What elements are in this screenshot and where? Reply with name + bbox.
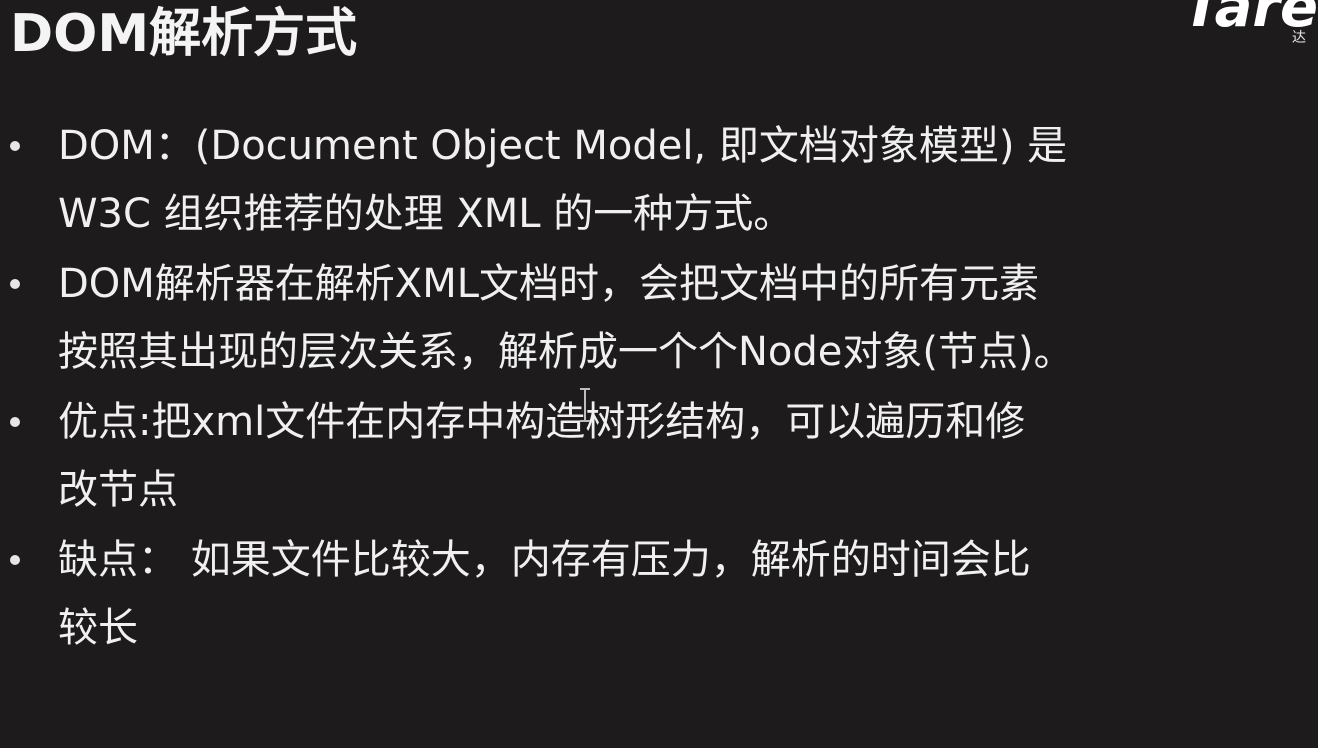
bullet-text-line: 较长 [58, 605, 138, 651]
bullet-item: DOM：(Document Object Model, 即文档对象模型) 是 W… [0, 112, 1318, 248]
bullet-item: 优点:把xml文件在内存中构造树形结构，可以遍历和修 改节点 [0, 388, 1318, 524]
bullet-item: 缺点： 如果文件比较大，内存有压力，解析的时间会比 较长 [0, 526, 1318, 662]
bullet-text-line: 改节点 [58, 467, 178, 513]
slide: DOM解析方式 Tare 达 DOM：(Document Object Mode… [0, 0, 1318, 748]
bullet-text-line: DOM：(Document Object Model, 即文档对象模型) 是 [58, 123, 1068, 169]
bullet-item: DOM解析器在解析XML文档时，会把文档中的所有元素 按照其出现的层次关系，解析… [0, 250, 1318, 386]
bullet-dot-icon [10, 279, 20, 289]
bullet-text-line: 按照其出现的层次关系，解析成一个个Node对象(节点)。 [58, 329, 1074, 375]
bullet-dot-icon [10, 555, 20, 565]
bullet-list: DOM：(Document Object Model, 即文档对象模型) 是 W… [0, 112, 1318, 662]
slide-title: DOM解析方式 [10, 4, 358, 64]
bullet-text-line: W3C 组织推荐的处理 XML 的一种方式。 [58, 191, 794, 237]
bullet-text-line: DOM解析器在解析XML文档时，会把文档中的所有元素 [58, 261, 1039, 307]
bullet-dot-icon [10, 417, 20, 427]
bullet-dot-icon [10, 141, 20, 151]
bullet-text-line: 缺点： 如果文件比较大，内存有压力，解析的时间会比 [58, 537, 1031, 583]
bullet-text-line: 优点:把xml文件在内存中构造树形结构，可以遍历和修 [58, 399, 1026, 445]
text-cursor-icon [578, 386, 592, 426]
brand-logo-subtext: 达 [1292, 30, 1306, 46]
